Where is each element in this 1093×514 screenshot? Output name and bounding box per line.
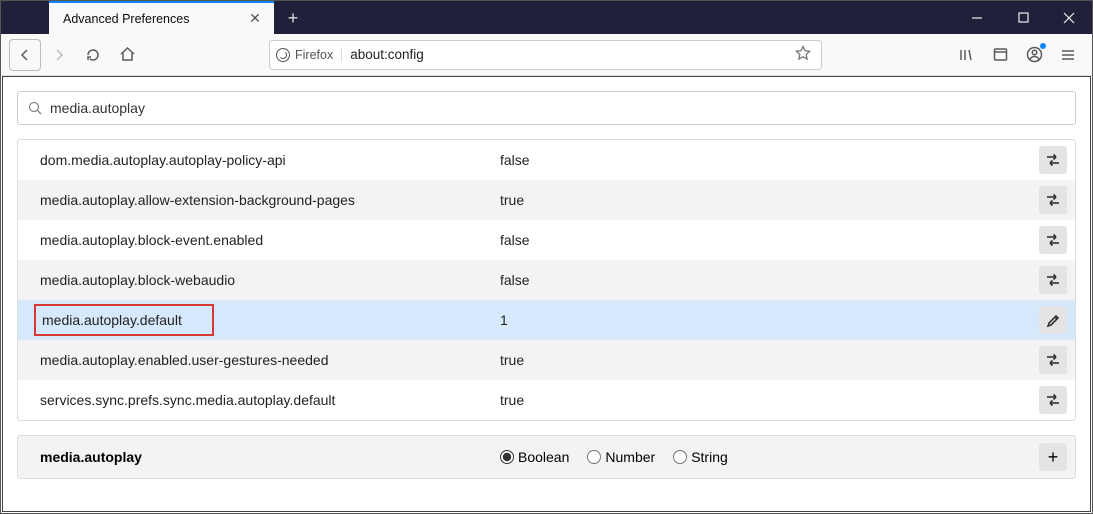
firefox-icon <box>276 48 290 62</box>
toggle-icon[interactable] <box>1039 346 1067 374</box>
type-label: Number <box>605 449 655 465</box>
reload-button[interactable] <box>77 39 109 71</box>
about-config-content: dom.media.autoplay.autoplay-policy-api fa… <box>2 76 1091 512</box>
pref-value: false <box>500 152 1039 168</box>
window-close-button[interactable] <box>1046 1 1092 34</box>
add-pref-button[interactable]: + <box>1039 443 1067 471</box>
pref-name: media.autoplay.block-webaudio <box>40 272 235 288</box>
pref-list: dom.media.autoplay.autoplay-policy-api fa… <box>17 139 1076 421</box>
url-bar[interactable]: Firefox <box>269 40 822 70</box>
bookmark-star-icon[interactable] <box>791 45 815 64</box>
window-titlebar: Advanced Preferences ✕ + <box>1 1 1092 34</box>
new-tab-button[interactable]: + <box>278 3 308 33</box>
window-maximize-button[interactable] <box>1000 1 1046 34</box>
identity-label: Firefox <box>295 48 333 62</box>
toggle-icon[interactable] <box>1039 146 1067 174</box>
window-minimize-button[interactable] <box>954 1 1000 34</box>
close-tab-icon[interactable]: ✕ <box>246 10 264 28</box>
pref-row[interactable]: media.autoplay.default 1 <box>18 300 1075 340</box>
search-icon <box>28 101 42 115</box>
pref-name: media.autoplay.default <box>42 312 182 328</box>
type-radio-number[interactable]: Number <box>587 449 655 465</box>
tab-title: Advanced Preferences <box>63 12 246 26</box>
add-pref-name: media.autoplay <box>40 449 500 465</box>
pref-value: false <box>500 232 1039 248</box>
pref-value: false <box>500 272 1039 288</box>
pref-value: true <box>500 352 1039 368</box>
pref-name: media.autoplay.block-event.enabled <box>40 232 263 248</box>
pref-row[interactable]: media.autoplay.block-webaudio false <box>18 260 1075 300</box>
toggle-icon[interactable] <box>1039 226 1067 254</box>
type-label: Boolean <box>518 449 569 465</box>
edit-icon[interactable] <box>1039 306 1067 334</box>
add-pref-types: Boolean Number String <box>500 449 1039 465</box>
pref-value: 1 <box>500 312 1039 328</box>
type-radio-string[interactable]: String <box>673 449 728 465</box>
toggle-icon[interactable] <box>1039 266 1067 294</box>
url-input[interactable] <box>342 47 791 62</box>
library-button[interactable] <box>950 39 982 71</box>
pref-value: true <box>500 392 1039 408</box>
identity-box[interactable]: Firefox <box>276 48 342 62</box>
pref-name: media.autoplay.enabled.user-gestures-nee… <box>40 352 329 368</box>
pref-row[interactable]: media.autoplay.block-event.enabled false <box>18 220 1075 260</box>
pref-name: media.autoplay.allow-extension-backgroun… <box>40 192 355 208</box>
menu-button[interactable] <box>1052 39 1084 71</box>
toggle-icon[interactable] <box>1039 386 1067 414</box>
pref-row[interactable]: media.autoplay.enabled.user-gestures-nee… <box>18 340 1075 380</box>
add-pref-row: media.autoplay Boolean Number String + <box>17 435 1076 479</box>
pref-search-box[interactable] <box>17 91 1076 125</box>
back-button[interactable] <box>9 39 41 71</box>
type-label: String <box>691 449 728 465</box>
pref-row[interactable]: dom.media.autoplay.autoplay-policy-api fa… <box>18 140 1075 180</box>
nav-toolbar: Firefox <box>1 34 1092 76</box>
pref-search-input[interactable] <box>50 100 1065 116</box>
pref-row[interactable]: media.autoplay.allow-extension-backgroun… <box>18 180 1075 220</box>
home-button[interactable] <box>111 39 143 71</box>
highlight-annotation: media.autoplay.default <box>34 304 214 336</box>
pref-name: services.sync.prefs.sync.media.autoplay.… <box>40 392 335 408</box>
window-controls <box>954 1 1092 34</box>
type-radio-boolean[interactable]: Boolean <box>500 449 569 465</box>
pref-row[interactable]: services.sync.prefs.sync.media.autoplay.… <box>18 380 1075 420</box>
pref-name: dom.media.autoplay.autoplay-policy-api <box>40 152 286 168</box>
forward-button <box>43 39 75 71</box>
browser-tab[interactable]: Advanced Preferences ✕ <box>49 1 274 34</box>
pref-value: true <box>500 192 1039 208</box>
toggle-icon[interactable] <box>1039 186 1067 214</box>
account-button[interactable] <box>1018 39 1050 71</box>
sidebar-button[interactable] <box>984 39 1016 71</box>
